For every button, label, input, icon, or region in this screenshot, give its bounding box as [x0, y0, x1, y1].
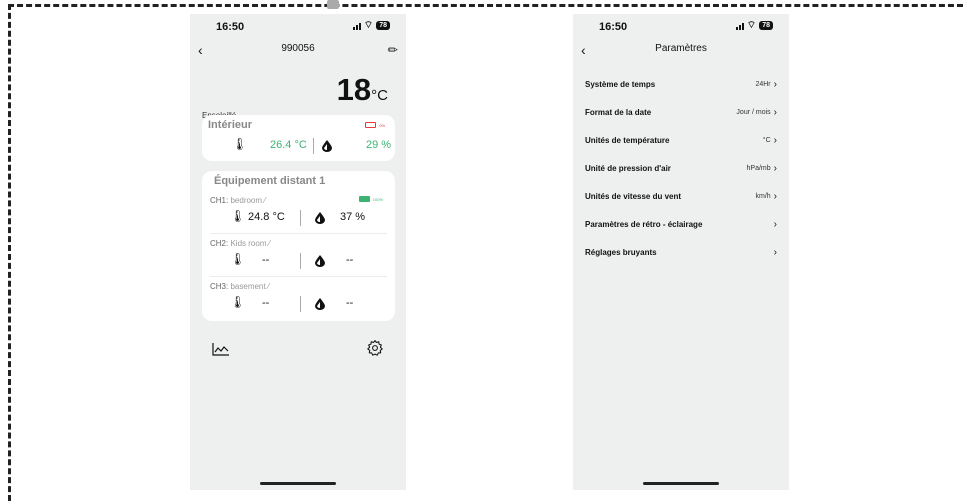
line-chart-icon[interactable] [212, 342, 230, 356]
settings-item-time-system[interactable]: Système de temps 24Hr › [573, 70, 789, 98]
thermometer-icon: 🌡 [232, 137, 248, 151]
indoor-temp: 26.4 °C [270, 139, 307, 151]
ch3-humidity: -- [346, 297, 354, 309]
ch2-humidity: -- [346, 254, 354, 266]
nav-bar: ‹ Paramètres [573, 40, 789, 60]
chevron-right-icon: › [773, 134, 777, 146]
home-indicator[interactable] [643, 482, 719, 485]
remote-battery-pct: 100% [372, 196, 383, 202]
frame-mark [327, 0, 339, 9]
pencil-icon[interactable]: ⁄ [264, 196, 265, 205]
chevron-right-icon: › [773, 106, 777, 118]
channel-label[interactable]: CH3: basement ⁄ [210, 282, 269, 291]
remote-card[interactable]: Équipement distant 1 100% CH1: bedroom ⁄… [202, 171, 395, 321]
settings-item-wind-speed-units[interactable]: Unités de vitesse du vent km/h › [573, 182, 789, 210]
status-time: 16:50 [599, 21, 628, 33]
divider [210, 276, 387, 277]
ch1-temp: 24.8 °C [248, 211, 285, 223]
indoor-card[interactable]: Intérieur 0% 🌡 26.4 °C 29 % [202, 115, 395, 161]
thermometer-icon: 🌡 [230, 295, 246, 309]
ch2-readings: 🌡 -- -- [202, 252, 395, 272]
phone-screen-dashboard: 16:50 ⌔ 78 ‹ 990056 ✎ 18°C Ensoleillé In… [190, 14, 406, 490]
chevron-right-icon: › [773, 218, 777, 230]
thermometer-icon: 🌡 [230, 209, 246, 223]
outdoor-temperature-unit: °C [371, 87, 388, 104]
chevron-right-icon: › [773, 190, 777, 202]
battery-low-icon: 0% [365, 122, 385, 128]
indoor-readings: 🌡 26.4 °C 29 % [202, 137, 395, 157]
divider [313, 138, 314, 154]
chevron-right-icon: › [773, 246, 777, 258]
divider [300, 296, 301, 312]
settings-title: Paramètres [655, 43, 707, 54]
settings-item-noise[interactable]: Réglages bruyants › [573, 238, 789, 266]
device-title: 990056 [281, 43, 315, 54]
indoor-humidity: 29 % [366, 139, 392, 151]
drop-icon [315, 255, 325, 267]
wifi-icon: ⌔ [363, 19, 374, 31]
settings-item-pressure-unit[interactable]: Unité de pression d'air hPa/mb › [573, 154, 789, 182]
drop-icon [322, 140, 332, 152]
indoor-title: Intérieur [208, 119, 253, 131]
battery-indicator: 78 [376, 21, 390, 30]
battery-full-icon: 100% [358, 196, 383, 202]
nav-bar: ‹ 990056 ✎ [190, 40, 406, 60]
ch3-temp: -- [262, 297, 270, 309]
settings-item-temperature-units[interactable]: Unités de température °C › [573, 126, 789, 154]
channel-label[interactable]: CH1: bedroom ⁄ [210, 196, 266, 205]
ch1-humidity: 37 % [340, 211, 366, 223]
status-icons: ⌔ 78 [352, 19, 390, 31]
status-bar: 16:50 ⌔ 78 [573, 14, 789, 38]
divider [210, 233, 387, 234]
pencil-icon[interactable]: ⁄ [268, 282, 269, 291]
frame-border-left [8, 4, 11, 501]
remote-title: Équipement distant 1 [214, 175, 326, 187]
status-icons: ⌔ 78 [735, 19, 773, 31]
thermometer-icon: 🌡 [230, 252, 246, 266]
outdoor-temperature-value: 18 [336, 72, 372, 107]
outdoor-temperature: 18°C [337, 72, 388, 108]
signal-icon [352, 22, 361, 30]
signal-icon [735, 22, 744, 30]
wifi-icon: ⌔ [746, 19, 757, 31]
chevron-right-icon: › [773, 78, 777, 90]
phone-screen-settings: 16:50 ⌔ 78 ‹ Paramètres Système de temps… [573, 14, 789, 490]
frame-border-top [8, 4, 963, 7]
divider [300, 210, 301, 226]
ch1-readings: 🌡 24.8 °C 37 % [202, 209, 395, 229]
drop-icon [315, 298, 325, 310]
chevron-right-icon: › [773, 162, 777, 174]
ch3-readings: 🌡 -- -- [202, 295, 395, 315]
settings-list: Système de temps 24Hr › Format de la dat… [573, 70, 789, 266]
channel-label[interactable]: CH2: Kids room ⁄ [210, 239, 270, 248]
gear-icon[interactable] [366, 339, 384, 357]
divider [300, 253, 301, 269]
home-indicator[interactable] [260, 482, 336, 485]
status-bar: 16:50 ⌔ 78 [190, 14, 406, 38]
settings-item-date-format[interactable]: Format de la date Jour / mois › [573, 98, 789, 126]
battery-indicator: 78 [759, 21, 773, 30]
settings-item-backlight[interactable]: Paramètres de rétro - éclairage › [573, 210, 789, 238]
drop-icon [315, 212, 325, 224]
ch2-temp: -- [262, 254, 270, 266]
pencil-icon[interactable]: ⁄ [269, 239, 270, 248]
status-time: 16:50 [216, 21, 245, 33]
indoor-battery-pct: 0% [379, 122, 385, 128]
